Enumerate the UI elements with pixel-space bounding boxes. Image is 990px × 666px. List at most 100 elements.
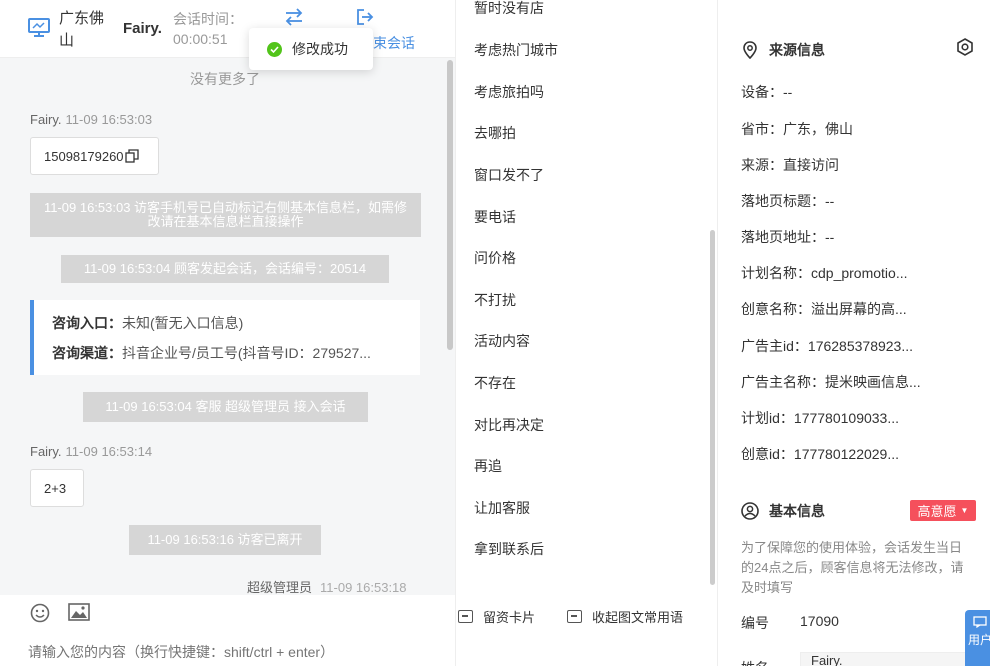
message-sender: Fairy. 11-09 16:53:14 xyxy=(30,444,152,459)
no-more-label: 没有更多了 xyxy=(190,71,260,87)
field-value: 177780122029... xyxy=(793,446,900,462)
phrase-item[interactable]: 对比再决定 xyxy=(474,415,544,435)
source-field: 广告主id：176285378923... xyxy=(741,336,913,356)
agent-message-header: 超级管理员 11-09 16:53:18 xyxy=(247,577,407,595)
edit-notice: 为了保障您的使用体验，会话发生当日的24点之后，顾客信息将无法修改，请及时填写 xyxy=(741,540,964,595)
session-time-value: 00:00:51 xyxy=(173,31,228,47)
message-time: 11-09 16:53:03 xyxy=(65,112,153,127)
phrase-item[interactable]: 要电话 xyxy=(474,207,516,227)
phrase-item[interactable]: 不存在 xyxy=(474,373,516,393)
name-label: 姓名 xyxy=(741,658,769,666)
chat-scrollbar[interactable] xyxy=(447,60,453,350)
id-value: 17090 xyxy=(800,613,839,629)
message-bubble[interactable]: 15098179260 xyxy=(30,137,159,175)
field-label: 落地页地址： xyxy=(741,229,825,245)
source-field: 设备：-- xyxy=(741,82,792,102)
chat-header: 广东佛山 Fairy. 会话时间： 00:00:51 束会话 xyxy=(0,0,455,58)
name-field[interactable]: Fairy. xyxy=(800,652,970,666)
session-time-label: 会话时间： xyxy=(173,11,243,27)
consult-channel-label: 咨询渠道： xyxy=(52,345,122,361)
phrase-item[interactable]: 活动内容 xyxy=(474,331,530,351)
field-label: 计划id： xyxy=(741,410,794,426)
end-session-button[interactable]: 束会话 xyxy=(373,33,415,53)
field-value: -- xyxy=(783,84,793,100)
source-field: 落地页地址：-- xyxy=(741,227,834,247)
consult-channel-value: 抖音企业号/员工号(抖音号ID：279527... xyxy=(122,345,371,361)
field-label: 广告主id： xyxy=(741,338,808,354)
phrase-item[interactable]: 让加客服 xyxy=(474,498,530,518)
field-value: -- xyxy=(825,229,835,245)
phrase-item[interactable]: 考虑热门城市 xyxy=(474,40,558,60)
source-field: 计划名称：cdp_promotio... xyxy=(741,263,908,283)
phrase-item[interactable]: 暂时没有店 xyxy=(474,0,544,18)
quick-phrases-panel: 暂时没有店 考虑热门城市 考虑旅拍吗 去哪拍 窗口发不了 要电话 问价格 不打扰… xyxy=(455,0,718,666)
system-message: 11-09 16:53:16 访客已离开 xyxy=(129,525,321,555)
transfer-icon[interactable] xyxy=(284,8,304,26)
message-time: 11-09 16:53:14 xyxy=(65,444,153,459)
consult-entry: 咨询入口：未知(暂无入口信息) xyxy=(52,308,402,338)
agent-message-time: 11-09 16:53:18 xyxy=(320,580,407,595)
exit-icon[interactable] xyxy=(356,8,374,26)
message-bubble[interactable]: 2+3 xyxy=(30,469,84,507)
agent-name: 超级管理员 xyxy=(247,580,313,595)
field-value: cdp_promotio... xyxy=(811,265,908,281)
phrase-item[interactable]: 拿到联系后 xyxy=(474,539,544,559)
phrase-item[interactable]: 去哪拍 xyxy=(474,123,516,143)
phrase-item[interactable]: 问价格 xyxy=(474,248,516,268)
phrases-scrollbar[interactable] xyxy=(710,230,715,585)
consult-info-card: 咨询入口：未知(暂无入口信息) 咨询渠道：抖音企业号/员工号(抖音号ID：279… xyxy=(30,300,420,375)
field-label: 创意名称： xyxy=(741,301,811,317)
sender-name: Fairy. xyxy=(30,112,62,127)
message-icon xyxy=(973,616,987,629)
field-label: 创意id： xyxy=(741,446,794,462)
phrase-item[interactable]: 不打扰 xyxy=(474,290,516,310)
system-message: 11-09 16:53:04 客服 超级管理员 接入会话 xyxy=(83,392,368,422)
success-toast: 修改成功 xyxy=(249,28,373,70)
consult-entry-value: 未知(暂无入口信息) xyxy=(122,315,244,331)
visitor-name: Fairy. xyxy=(123,20,162,37)
message-text: 2+3 xyxy=(44,480,67,496)
floating-user-label: 用户 xyxy=(967,633,990,647)
field-label: 落地页标题： xyxy=(741,193,825,209)
chat-messages[interactable]: 没有更多了 Fairy. 11-09 16:53:03 15098179260 1… xyxy=(0,58,455,595)
phrase-item[interactable]: 再追 xyxy=(474,456,502,476)
copy-icon[interactable] xyxy=(124,149,139,163)
field-value: 176285378923... xyxy=(807,338,914,354)
emoji-icon[interactable] xyxy=(30,603,50,623)
source-field: 创意名称：溢出屏幕的高... xyxy=(741,299,907,319)
phrase-item[interactable]: 窗口发不了 xyxy=(474,165,544,185)
field-label: 设备： xyxy=(741,84,783,100)
visitor-location: 广东佛山 xyxy=(59,10,105,49)
basic-info-title: 基本信息 xyxy=(741,501,825,521)
settings-icon[interactable] xyxy=(956,38,974,56)
intent-dropdown[interactable]: 高意愿 ▼ xyxy=(910,500,976,521)
field-value: -- xyxy=(825,193,835,209)
phrase-item[interactable]: 考虑旅拍吗 xyxy=(474,82,544,102)
intent-value: 高意愿 xyxy=(917,504,957,519)
source-field: 来源：直接访问 xyxy=(741,155,839,175)
basic-info-label: 基本信息 xyxy=(769,503,825,519)
message-input[interactable] xyxy=(28,644,448,660)
consult-entry-label: 咨询入口： xyxy=(52,315,122,331)
image-icon[interactable] xyxy=(68,603,90,621)
collapse-phrases-button[interactable]: 收起图文常用语 xyxy=(567,607,683,626)
collapse-phrases-label: 收起图文常用语 xyxy=(592,610,684,625)
source-field: 计划id：177780109033... xyxy=(741,408,899,428)
monitor-icon xyxy=(28,18,50,37)
lead-card-button[interactable]: 留资卡片 xyxy=(458,607,535,626)
message-sender: Fairy. 11-09 16:53:03 xyxy=(30,112,152,127)
check-circle-icon xyxy=(267,41,282,57)
floating-user-button[interactable]: 用户 xyxy=(965,610,990,666)
location-pin-icon xyxy=(743,41,757,59)
chat-input-area xyxy=(0,595,455,666)
field-value: 177780109033... xyxy=(793,410,900,426)
field-value: 溢出屏幕的高... xyxy=(811,301,907,317)
field-label: 计划名称： xyxy=(741,265,811,281)
field-value: 广东，佛山 xyxy=(783,121,853,137)
system-message: 11-09 16:53:03 访客手机号已自动标记右侧基本信息栏，如需修改请在基… xyxy=(30,193,421,237)
phrases-actions: 留资卡片 收起图文常用语 xyxy=(456,595,719,635)
card-icon xyxy=(458,610,473,623)
field-value: 提米映画信息... xyxy=(825,374,921,390)
sender-name: Fairy. xyxy=(30,444,62,459)
app-root: 广东佛山 Fairy. 会话时间： 00:00:51 束会话 修改成功 没有更多… xyxy=(0,0,990,666)
